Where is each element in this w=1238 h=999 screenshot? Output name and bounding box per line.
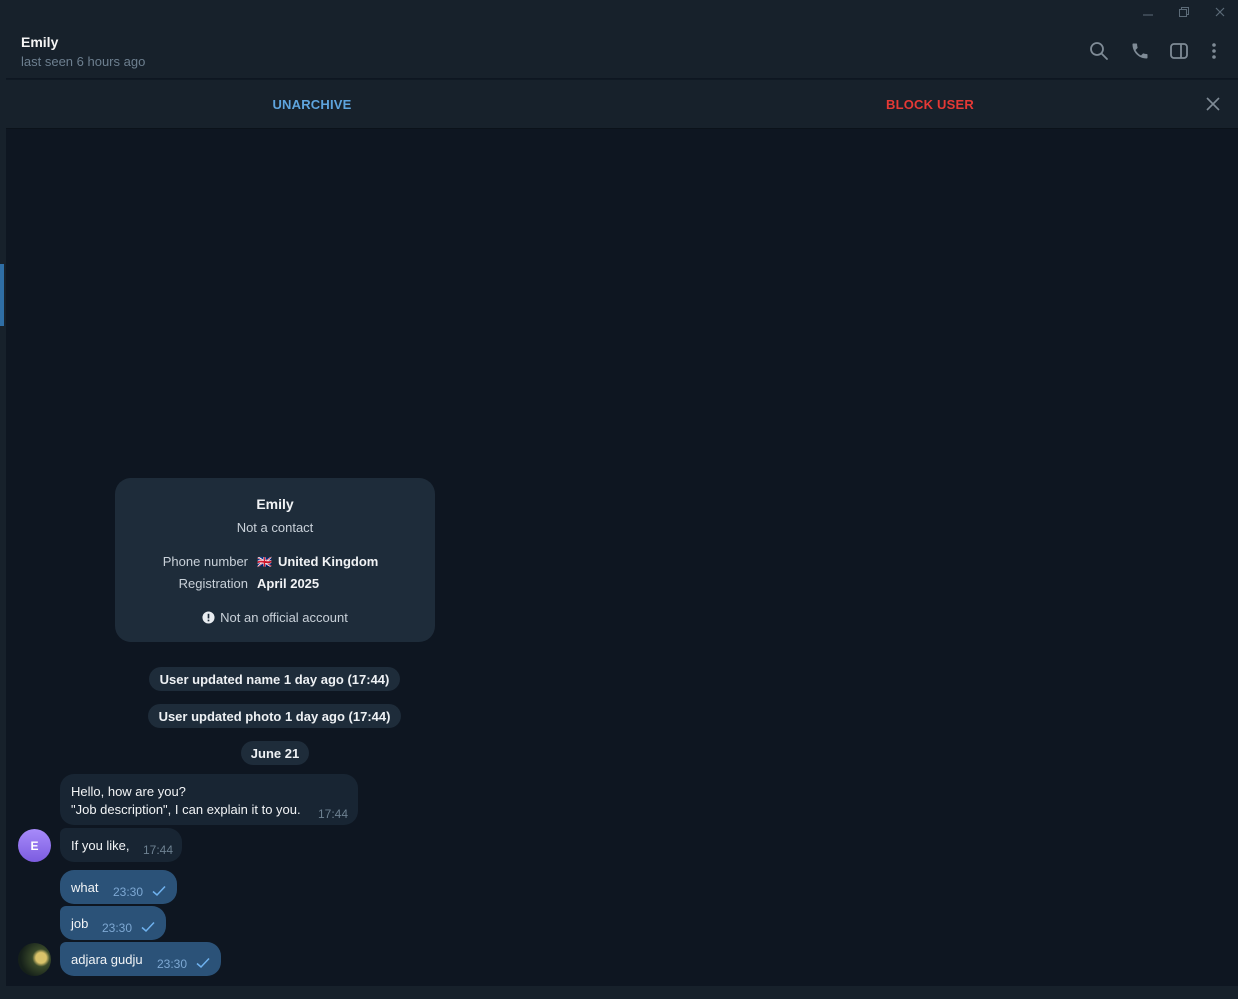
call-button[interactable] (1127, 38, 1153, 64)
minimize-button[interactable] (1130, 0, 1166, 24)
block-user-button[interactable]: BLOCK USER (618, 80, 1238, 128)
service-message: User updated photo 1 day ago (17:44) (148, 704, 401, 728)
chat-title[interactable]: Emily (21, 34, 58, 50)
message-incoming[interactable]: Hello, how are you? "Job description", I… (60, 774, 358, 825)
avatar[interactable] (18, 943, 51, 976)
contact-status: Not a contact (236, 520, 314, 535)
message-time: 23:30 (102, 921, 133, 935)
restore-button[interactable] (1166, 0, 1202, 24)
message-time: 23:30 (113, 885, 144, 899)
window-titlebar (0, 0, 1238, 24)
sent-check-icon (141, 921, 155, 933)
phone-number-value: 🇬🇧 United Kingdom (257, 554, 378, 569)
phone-number-label: Phone number (162, 554, 248, 569)
action-bar: UNARCHIVE BLOCK USER (6, 79, 1238, 129)
registration-label: Registration (178, 576, 248, 591)
chat-header[interactable]: Emily last seen 6 hours ago (6, 24, 1238, 78)
minimize-icon (1143, 14, 1153, 16)
notice-text: Not an official account (220, 610, 348, 625)
registration-value: April 2025 (257, 576, 320, 591)
active-chat-indicator (0, 264, 4, 326)
sidebar-toggle-button[interactable] (1166, 38, 1192, 64)
message-text: what (71, 880, 99, 895)
message-incoming[interactable]: If you like, 17:44 (60, 828, 182, 862)
message-text: If you like, (71, 838, 130, 853)
window-close-button[interactable] (1202, 0, 1238, 24)
phone-icon (1132, 43, 1148, 59)
chat-list-edge (0, 24, 6, 999)
search-icon (1090, 42, 1108, 60)
close-icon (1215, 7, 1225, 17)
exclamation-circle-icon (202, 611, 215, 624)
avatar[interactable]: E (18, 829, 51, 862)
avatar-initial: E (30, 838, 39, 853)
sidebar-toggle-icon (1170, 43, 1188, 59)
profile-name: Emily (256, 496, 294, 512)
profile-info-card: Emily Not a contact Phone number 🇬🇧 Unit… (115, 478, 435, 642)
message-time: 17:44 (318, 807, 349, 821)
restore-icon (1179, 7, 1189, 17)
chat-status: last seen 6 hours ago (21, 54, 146, 69)
message-outgoing[interactable]: adjara gudju 23:30 (60, 942, 221, 976)
more-vertical-icon (1212, 43, 1216, 59)
unarchive-button[interactable]: UNARCHIVE (6, 80, 618, 128)
composer-bar[interactable] (6, 986, 1238, 999)
message-text-line: "Job description", I can explain it to y… (71, 802, 301, 817)
service-message: User updated name 1 day ago (17:44) (149, 667, 400, 691)
official-account-notice: Not an official account (115, 610, 435, 625)
message-text: job (71, 916, 89, 931)
uk-flag-icon: 🇬🇧 (257, 554, 272, 569)
phone-country: United Kingdom (277, 554, 379, 569)
message-text-line: Hello, how are you? (71, 784, 186, 799)
message-time: 17:44 (143, 843, 174, 857)
message-text: adjara gudju (71, 952, 143, 967)
dismiss-action-bar-button[interactable] (1203, 94, 1223, 114)
sent-check-icon (196, 957, 210, 969)
close-icon (1206, 97, 1220, 111)
message-outgoing[interactable]: job 23:30 (60, 906, 166, 940)
message-outgoing[interactable]: what 23:30 (60, 870, 177, 904)
more-button[interactable] (1201, 38, 1227, 64)
date-divider: June 21 (241, 741, 309, 765)
search-button[interactable] (1086, 38, 1112, 64)
sent-check-icon (152, 885, 166, 897)
message-time: 23:30 (157, 957, 188, 971)
